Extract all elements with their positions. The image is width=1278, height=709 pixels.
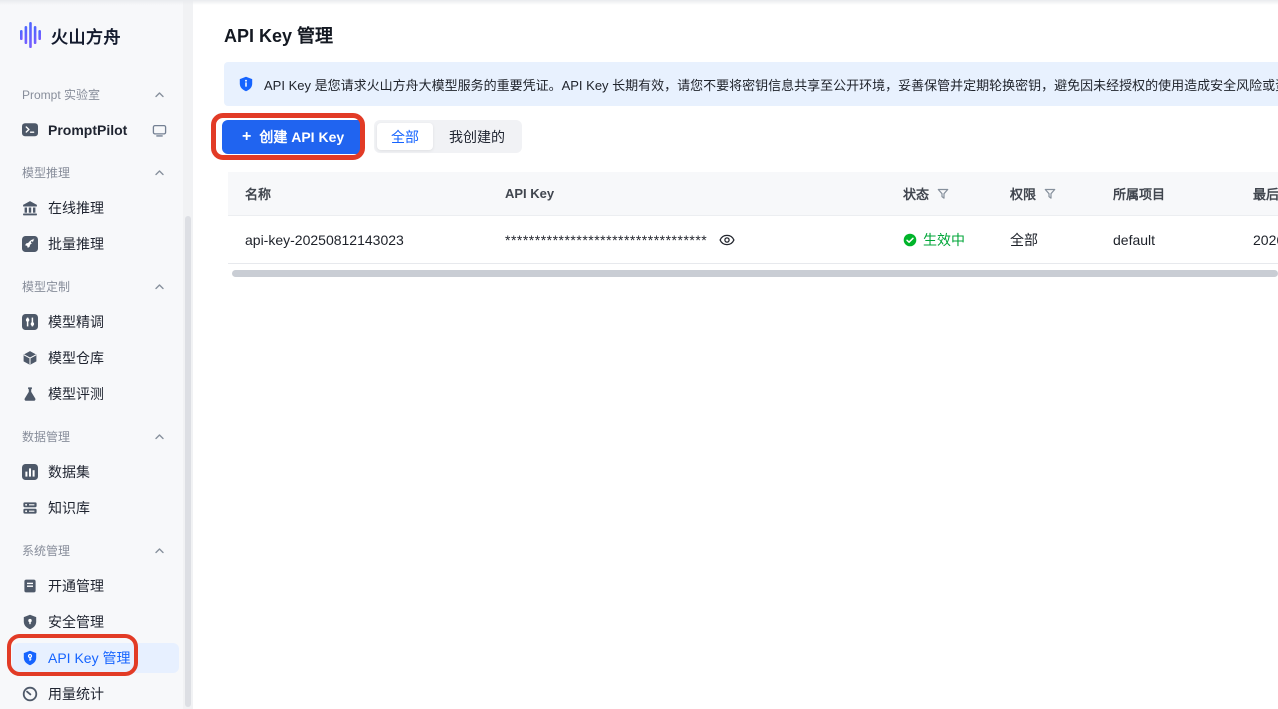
sidebar-item-security-management[interactable]: 安全管理: [12, 607, 179, 637]
chevron-up-icon: [153, 167, 166, 178]
shield-key-icon: [22, 650, 38, 666]
chevron-up-icon: [153, 431, 166, 442]
sidebar-item-label: PromptPilot: [48, 122, 127, 138]
info-banner: API Key 是您请求火山方舟大模型服务的重要凭证。API Key 长期有效，…: [224, 62, 1278, 106]
chevron-up-icon: [153, 545, 166, 556]
status-cell: 生效中: [903, 230, 1010, 250]
sidebar-item-label: 知识库: [48, 498, 90, 518]
api-key-table: 名称 API Key 状态 权限 所: [228, 172, 1278, 264]
status-text: 生效中: [923, 230, 965, 250]
create-api-key-button-label: 创建 API Key: [259, 127, 344, 147]
sidebar-group-data-management[interactable]: 数据管理: [22, 427, 166, 445]
sidebar-item-activation-management[interactable]: 开通管理: [12, 571, 179, 601]
table-row: api-key-20250812143023 *****************…: [228, 216, 1278, 264]
group-label-text: 模型定制: [22, 278, 70, 295]
sidebar-group-prompt-lab[interactable]: Prompt 实验室: [22, 85, 166, 103]
eye-icon[interactable]: [719, 232, 735, 248]
sidebar-item-label: 开通管理: [48, 576, 104, 596]
group-label-text: 模型推理: [22, 164, 70, 181]
main-content: API Key 管理 API Key 是您请求火山方舟大模型服务的重要凭证。AP…: [193, 0, 1278, 709]
column-header-permission: 权限: [1010, 184, 1113, 203]
gauge-icon: [22, 686, 38, 702]
app-logo[interactable]: 火山方舟: [0, 0, 193, 53]
sidebar-item-label: 数据集: [48, 462, 90, 482]
shield-info-icon: [238, 76, 254, 92]
column-header-last-updated: 最后: [1253, 184, 1278, 203]
sidebar-item-model-eval[interactable]: 模型评测: [12, 379, 179, 409]
chevron-up-icon: [153, 89, 166, 100]
shield-lock-icon: [22, 614, 38, 630]
banner-text: API Key 是您请求火山方舟大模型服务的重要凭证。API Key 长期有效，…: [264, 75, 1278, 94]
last-updated-cell: 2026: [1253, 232, 1278, 248]
group-label-text: Prompt 实验室: [22, 86, 100, 103]
sidebar-item-label: API Key 管理: [48, 648, 130, 668]
group-label-text: 系统管理: [22, 542, 70, 559]
sidebar-group-system-management[interactable]: 系统管理: [22, 541, 166, 559]
filter-icon[interactable]: [1044, 188, 1056, 200]
sidebar-item-label: 模型评测: [48, 384, 104, 404]
chevron-up-icon: [153, 281, 166, 292]
sidebar-item-model-finetune[interactable]: 模型精调: [12, 307, 179, 337]
group-label-text: 数据管理: [22, 428, 70, 445]
column-header-project: 所属项目: [1113, 184, 1253, 203]
sidebar-group-model-inference[interactable]: 模型推理: [22, 163, 166, 181]
table-horizontal-scrollbar[interactable]: [232, 270, 1278, 277]
sidebar-item-label: 安全管理: [48, 612, 104, 632]
top-header-shadow: [0, 0, 1278, 5]
sidebar-item-usage-stats[interactable]: 用量统计: [12, 679, 179, 709]
terminal-chat-icon: [22, 122, 38, 138]
sidebar: 火山方舟 Prompt 实验室 PromptPilot 模型推理: [0, 0, 193, 709]
plus-icon: +: [242, 129, 251, 145]
status-badge: 生效中: [903, 230, 965, 250]
sidebar-item-model-repo[interactable]: 模型仓库: [12, 343, 179, 373]
table-header-row: 名称 API Key 状态 权限 所: [228, 172, 1278, 216]
tab-created-by-me[interactable]: 我创建的: [435, 123, 519, 150]
rocket-icon: [22, 236, 38, 252]
cube-icon: [22, 350, 38, 366]
sidebar-group-model-custom[interactable]: 模型定制: [22, 277, 166, 295]
waveform-logo-icon: [20, 21, 42, 49]
sidebar-item-api-key-management[interactable]: API Key 管理: [12, 643, 179, 673]
column-header-api-key: API Key: [505, 186, 903, 201]
sidebar-item-label: 模型仓库: [48, 348, 104, 368]
sidebar-item-dataset[interactable]: 数据集: [12, 457, 179, 487]
page-title: API Key 管理: [224, 22, 333, 48]
tune-sliders-icon: [22, 314, 38, 330]
api-key-name: api-key-20250812143023: [228, 232, 505, 248]
sidebar-item-label: 用量统计: [48, 684, 104, 704]
flask-icon: [22, 386, 38, 402]
filter-icon[interactable]: [937, 188, 949, 200]
bar-chart-icon: [22, 464, 38, 480]
sidebar-item-online-inference[interactable]: 在线推理: [12, 193, 179, 223]
app-title: 火山方舟: [51, 23, 121, 48]
document-icon: [22, 578, 38, 594]
permission-cell: 全部: [1010, 230, 1113, 250]
monitor-icon[interactable]: [152, 123, 167, 138]
sidebar-item-batch-inference[interactable]: 批量推理: [12, 229, 179, 259]
column-header-status: 状态: [903, 184, 1010, 203]
check-circle-icon: [903, 233, 917, 247]
filter-tabs: 全部 我创建的: [374, 120, 522, 153]
column-header-name: 名称: [228, 184, 505, 203]
sidebar-item-promptpilot[interactable]: PromptPilot: [12, 115, 179, 145]
api-key-masked-value: **********************************: [505, 232, 903, 248]
server-stack-icon: [22, 500, 38, 516]
bank-icon: [22, 200, 38, 216]
sidebar-item-label: 批量推理: [48, 234, 104, 254]
create-api-key-button[interactable]: + 创建 API Key: [222, 120, 364, 154]
sidebar-item-knowledge-base[interactable]: 知识库: [12, 493, 179, 523]
sidebar-item-label: 在线推理: [48, 198, 104, 218]
project-cell: default: [1113, 232, 1253, 248]
sidebar-item-label: 模型精调: [48, 312, 104, 332]
sidebar-scrollbar-thumb[interactable]: [185, 216, 191, 707]
tab-all[interactable]: 全部: [377, 123, 433, 150]
